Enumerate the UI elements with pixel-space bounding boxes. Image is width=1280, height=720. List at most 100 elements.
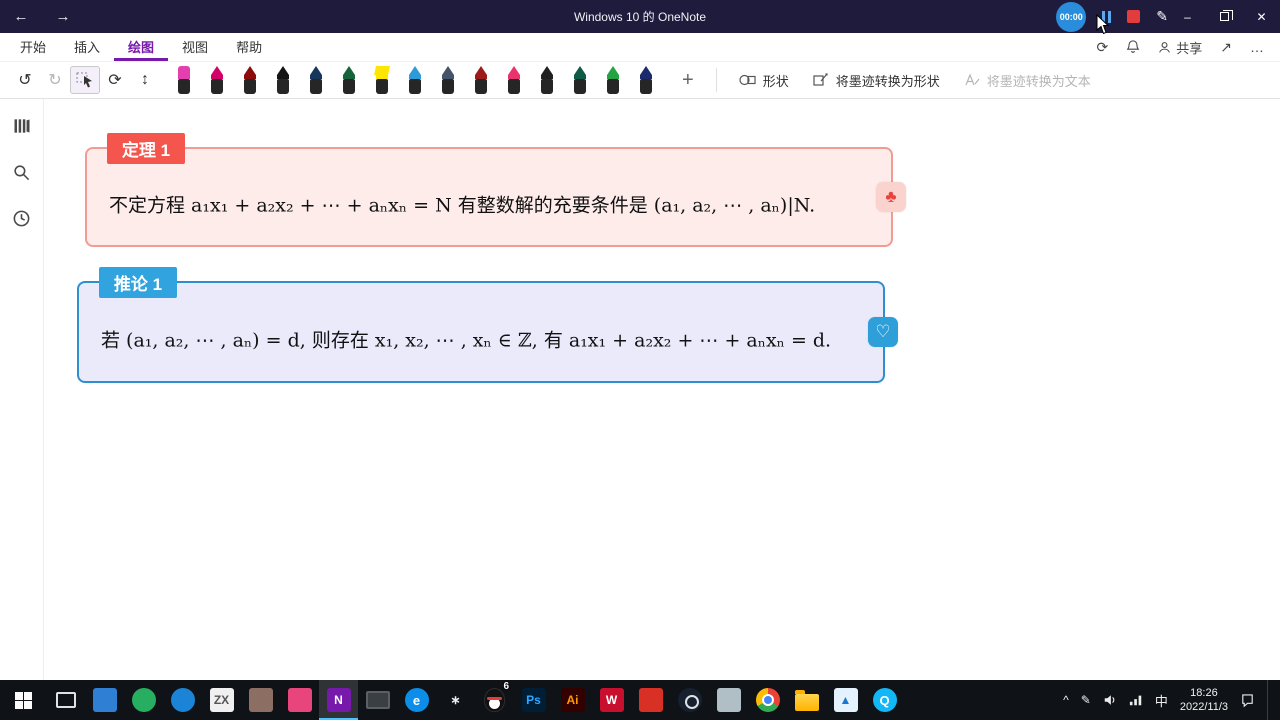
back-button[interactable]: ← [0,8,42,25]
ribbon-tab[interactable]: 帮助 [222,33,276,61]
pen-tool[interactable] [306,65,326,95]
more-options-icon[interactable]: … [1250,39,1264,55]
pen-tool[interactable] [438,65,458,95]
pen-tool[interactable] [207,65,227,95]
start-button[interactable] [0,680,46,720]
taskbar-icon-app-pink[interactable] [280,680,319,720]
app-red-icon [638,688,663,712]
taskbar: ZX Ne ∗ 6 Ps Ai W ▲ Q ^ ✎ 中 18:26 2022/11/3 [0,680,1280,720]
pen-tool[interactable] [339,65,359,95]
ime-indicator[interactable]: 中 [1155,691,1168,710]
pen-tool[interactable] [240,65,260,95]
taskbar-icon-app-blue-circle[interactable] [163,680,202,720]
pen-tool[interactable] [603,65,623,95]
taskbar-icon-photoshop[interactable]: Ps [514,680,553,720]
app-green-browser-icon [131,688,156,712]
taskbar-icon-task-view[interactable] [46,680,85,720]
share-button[interactable]: 共享 [1158,38,1202,57]
tray-time: 18:26 [1190,686,1218,699]
ink-to-text-button[interactable]: 将墨迹转换为文本 [952,71,1103,90]
pen-tool[interactable] [405,65,425,95]
draw-pencil-icon[interactable]: ✎ [1156,8,1168,25]
ribbon-tab[interactable]: 视图 [168,33,222,61]
taskbar-icon-app-zx[interactable]: ZX [202,680,241,720]
file-explorer-icon [794,689,819,711]
app-blue-circle-icon [170,688,195,712]
pen-tool[interactable] [504,65,524,95]
taskbar-icon-steam[interactable] [670,680,709,720]
taskbar-icon-app-blue[interactable] [85,680,124,720]
recent-notes-icon[interactable] [11,207,33,229]
taskbar-icon-app-brown[interactable] [241,680,280,720]
sync-icon[interactable]: ⟳ [1097,39,1109,56]
ink-to-shape-button[interactable]: 将墨迹转换为形状 [801,71,952,90]
tray-pen-icon[interactable]: ✎ [1081,693,1091,707]
taskbar-icon-app-monitor[interactable] [358,680,397,720]
app-brown-icon [248,688,273,712]
minimize-button[interactable]: – [1169,0,1206,33]
ribbon-tab[interactable]: 开始 [6,33,60,61]
taskbar-icon-app-gray[interactable] [709,680,748,720]
stop-icon[interactable] [1127,10,1141,23]
add-pen-button[interactable]: + [682,69,694,92]
pen-tool[interactable] [570,65,590,95]
taskbar-icon-qq[interactable]: 6 [475,680,514,720]
taskbar-icon-onenote[interactable]: N [319,680,358,720]
ribbon-tab-bar: 开始 插入 绘图 视图 帮助 ⟳ 共享 ↗ … [0,33,1280,62]
eraser-tool[interactable] [174,65,194,95]
taskbar-icon-chrome[interactable] [748,680,787,720]
tray-clock[interactable]: 18:26 2022/11/3 [1180,686,1228,715]
taskbar-icon-app-q[interactable]: Q [865,680,904,720]
redo-button[interactable]: ↻ [40,66,70,94]
close-button[interactable]: ✕ [1243,0,1280,33]
pan-tool-button[interactable]: ↕ [130,66,160,94]
select-tool-button[interactable] [70,66,100,94]
tray-chevron-icon[interactable]: ^ [1063,693,1069,707]
rotate-tool-button[interactable]: ⟳ [100,66,130,94]
page-canvas[interactable]: 定理 1 不定方程 a₁x₁ + a₂x₂ + ⋯ + aₙxₙ = N 有整数… [44,99,1280,680]
restore-button[interactable] [1206,0,1243,33]
undo-button[interactable]: ↺ [10,66,40,94]
fullscreen-icon[interactable]: ↗ [1220,39,1232,56]
ribbon-right-actions: ⟳ 共享 ↗ … [1097,33,1280,61]
theorem-text: 不定方程 a₁x₁ + a₂x₂ + ⋯ + aₙxₙ = N 有整数解的充要条… [109,194,816,217]
heart-badge-icon[interactable]: ♡ [868,317,898,347]
volume-icon[interactable] [1103,693,1117,707]
taskbar-icon-app-star[interactable]: ∗ [436,680,475,720]
notification-center-icon[interactable] [1240,693,1255,708]
taskbar-icon-edge[interactable]: e [397,680,436,720]
ribbon-tab[interactable]: 绘图 [114,33,169,61]
app-gray-icon [716,688,741,712]
search-icon[interactable] [11,161,33,183]
highlighter-tool[interactable] [372,65,392,95]
window-controls: – ✕ [1169,0,1280,33]
show-desktop-button[interactable] [1267,680,1272,720]
pen-tool[interactable] [537,65,557,95]
taskbar-icon-file-explorer[interactable] [787,680,826,720]
club-badge-icon[interactable]: ♣ [876,182,906,212]
app-q-icon: Q [872,688,897,712]
corollary-text: 若 (a₁, a₂, ⋯ , aₙ) = d, 则存在 x₁, x₂, ⋯ , … [101,329,832,352]
taskbar-icon-illustrator[interactable]: Ai [553,680,592,720]
recording-timer: 00:00 [1056,1,1087,32]
taskbar-app-icons: ZX Ne ∗ 6 Ps Ai W ▲ Q [46,680,904,720]
shapes-button[interactable]: 形状 [727,71,801,90]
theorem-label: 定理 1 [107,133,185,164]
taskbar-icon-app-photos[interactable]: ▲ [826,680,865,720]
ink-to-shape-label: 将墨迹转换为形状 [835,73,940,89]
qq-icon [484,688,505,712]
recorder-overlay: 00:00 ✎ [1056,0,1168,33]
pen-tool[interactable] [636,65,656,95]
taskbar-icon-app-green-browser[interactable] [124,680,163,720]
tray-date: 2022/11/3 [1179,701,1228,713]
taskbar-icon-app-w[interactable]: W [592,680,631,720]
pen-gallery [174,65,656,95]
pen-tool[interactable] [471,65,491,95]
pen-tool[interactable] [273,65,293,95]
bell-icon[interactable] [1126,40,1140,54]
network-icon[interactable] [1129,693,1143,707]
forward-button[interactable]: → [42,8,84,25]
ribbon-tab[interactable]: 插入 [60,33,114,61]
notebooks-icon[interactable] [11,115,33,137]
taskbar-icon-app-red[interactable] [631,680,670,720]
